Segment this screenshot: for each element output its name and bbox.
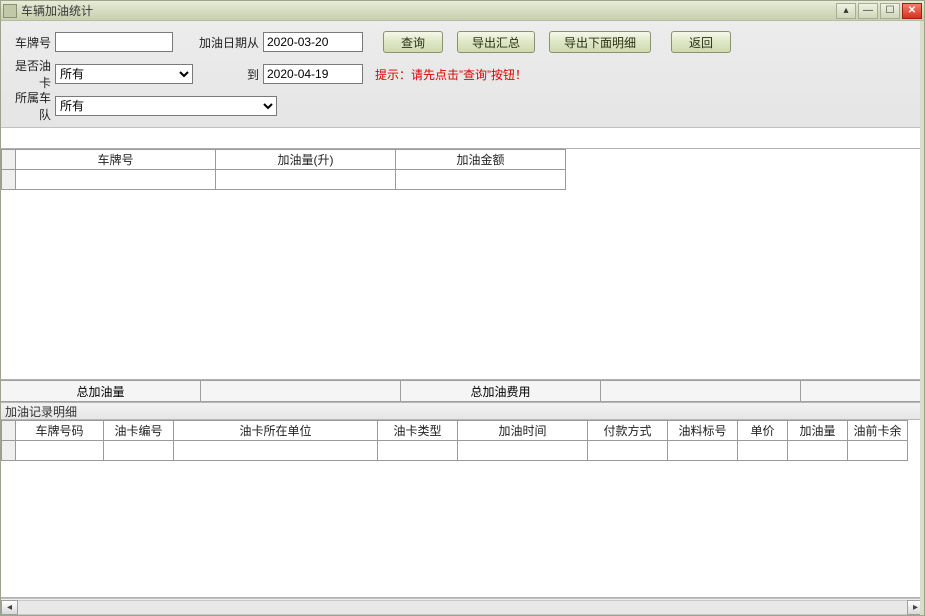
- date-from-label: 加油日期从: [183, 34, 263, 51]
- window-title: 车辆加油统计: [21, 2, 93, 19]
- filter-panel: 车牌号 加油日期从 查询 导出汇总 导出下面明细 返回 是否油卡 所有 到 提示…: [1, 21, 924, 128]
- window-close-button[interactable]: ✕: [902, 3, 922, 19]
- row-header-corner: [2, 421, 16, 441]
- hint-text: 提示：请先点击”查询”按钮！: [375, 66, 527, 83]
- dcol-plate[interactable]: 车牌号码: [16, 421, 104, 441]
- dcol-volume[interactable]: 加油量: [788, 421, 848, 441]
- dcol-cardtype[interactable]: 油卡类型: [378, 421, 458, 441]
- fuelcard-select[interactable]: 所有: [55, 64, 193, 84]
- total-volume-label: 总加油量: [1, 381, 201, 401]
- dcol-grade[interactable]: 油料标号: [668, 421, 738, 441]
- totals-row: 总加油量 总加油费用: [1, 380, 924, 402]
- window-border-right: [920, 21, 924, 615]
- row-header-corner: [2, 150, 16, 170]
- dcol-time[interactable]: 加油时间: [458, 421, 588, 441]
- date-from-input[interactable]: [263, 32, 363, 52]
- dcol-price[interactable]: 单价: [738, 421, 788, 441]
- total-cost-label: 总加油费用: [401, 381, 601, 401]
- dcol-payment[interactable]: 付款方式: [588, 421, 668, 441]
- date-to-input[interactable]: [263, 64, 363, 84]
- date-to-label: 到: [183, 66, 263, 83]
- summary-grid[interactable]: 车牌号 加油量(升) 加油金额: [1, 148, 924, 380]
- col-volume[interactable]: 加油量(升): [216, 150, 396, 170]
- window-maximize-button[interactable]: ☐: [880, 3, 900, 19]
- titlebar: 车辆加油统计 ▴ ― ☐ ✕: [1, 1, 924, 21]
- table-row[interactable]: [2, 170, 566, 190]
- window-minimize-button[interactable]: ―: [858, 3, 878, 19]
- col-amount[interactable]: 加油金额: [396, 150, 566, 170]
- scroll-left-button[interactable]: ◂: [1, 600, 18, 615]
- horizontal-scrollbar[interactable]: ◂ ▸: [1, 598, 924, 615]
- dcol-balance[interactable]: 油前卡余: [848, 421, 908, 441]
- export-summary-button[interactable]: 导出汇总: [457, 31, 535, 53]
- window-restore-up-button[interactable]: ▴: [836, 3, 856, 19]
- query-button[interactable]: 查询: [383, 31, 443, 53]
- export-detail-button[interactable]: 导出下面明细: [549, 31, 651, 53]
- col-plate[interactable]: 车牌号: [16, 150, 216, 170]
- detail-grid[interactable]: 车牌号码 油卡编号 油卡所在单位 油卡类型 加油时间 付款方式 油料标号 单价 …: [1, 420, 924, 598]
- app-icon: [3, 4, 17, 18]
- scroll-track[interactable]: [18, 600, 907, 615]
- fleet-select[interactable]: 所有: [55, 96, 277, 116]
- total-volume-value: [201, 381, 401, 401]
- back-button[interactable]: 返回: [671, 31, 731, 53]
- fuelcard-label: 是否油卡: [7, 57, 55, 91]
- dcol-cardno[interactable]: 油卡编号: [104, 421, 174, 441]
- fleet-label: 所属车队: [7, 89, 55, 123]
- detail-section-title: 加油记录明细: [1, 402, 924, 420]
- table-row[interactable]: [2, 441, 908, 461]
- dcol-cardunit[interactable]: 油卡所在单位: [174, 421, 378, 441]
- plate-label: 车牌号: [7, 34, 55, 51]
- plate-input[interactable]: [55, 32, 173, 52]
- total-cost-value: [601, 381, 801, 401]
